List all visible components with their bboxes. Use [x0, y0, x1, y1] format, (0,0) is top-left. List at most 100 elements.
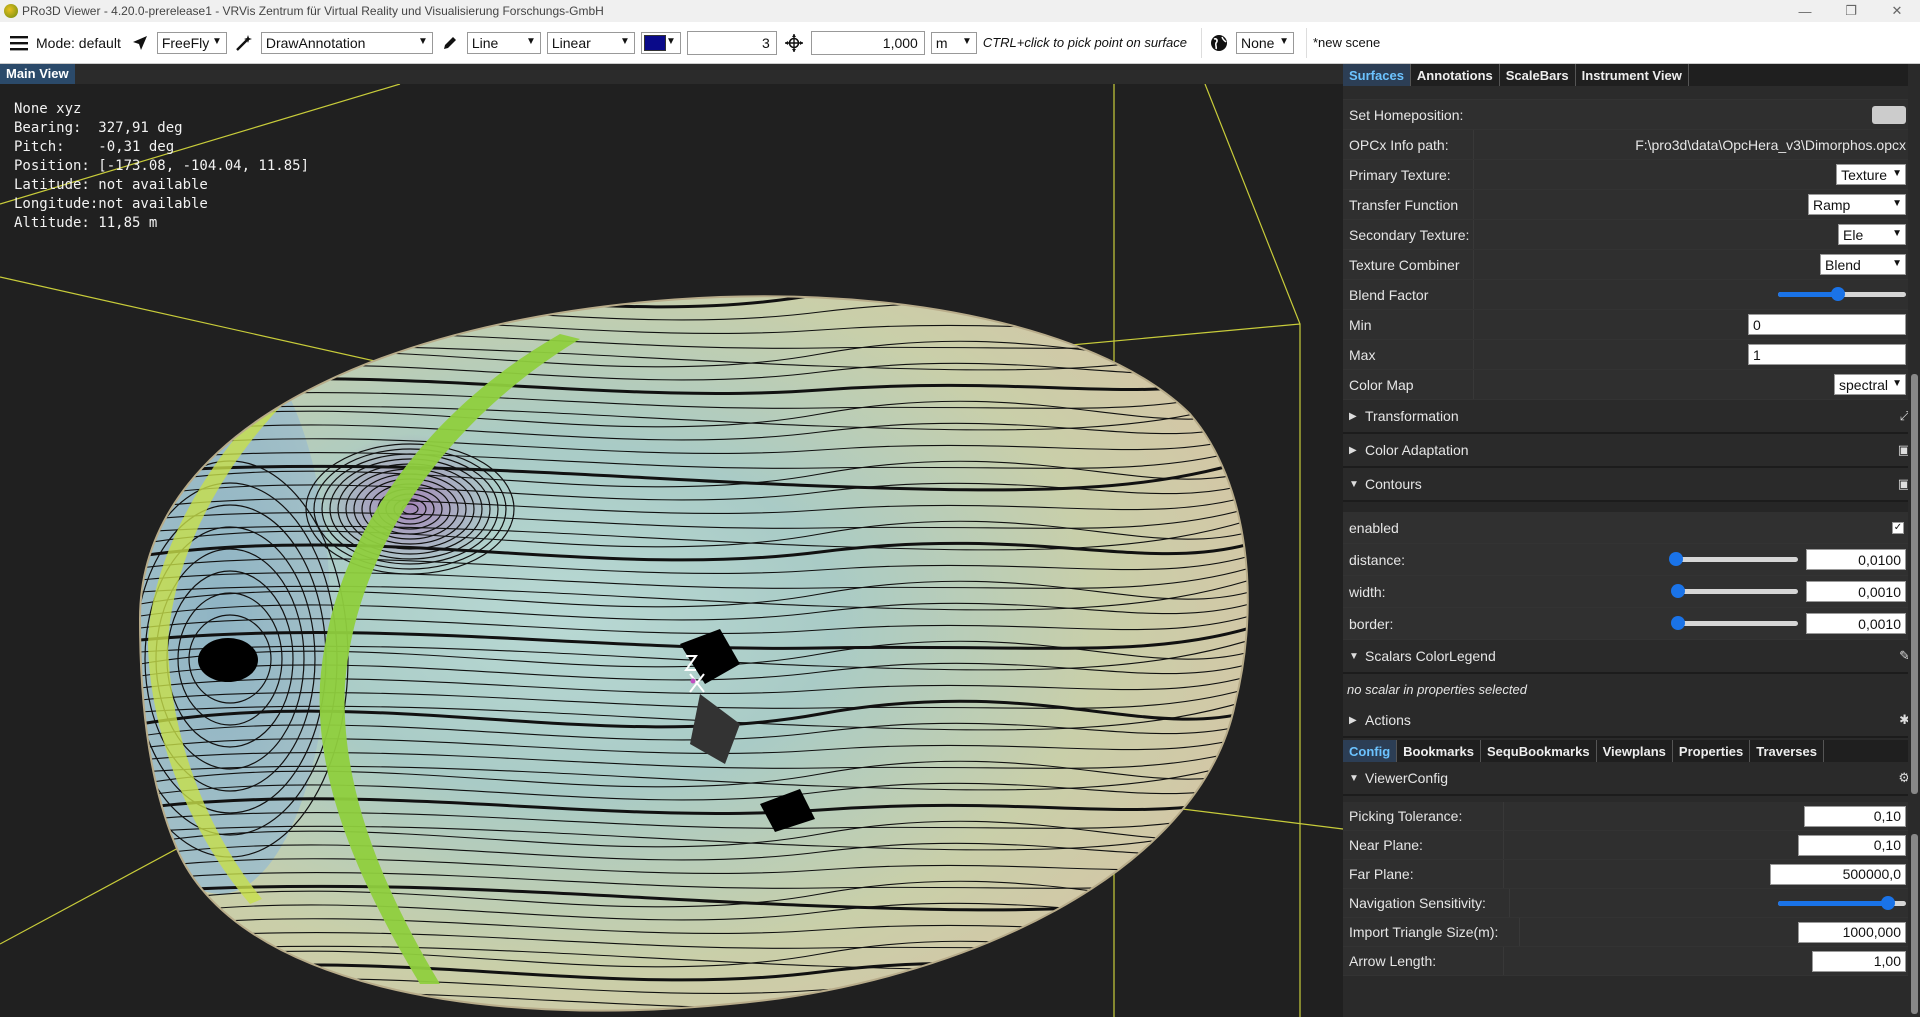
collapse-arrow-icon: ▼ [1349, 650, 1359, 662]
scrollbar-thumb[interactable] [1911, 374, 1918, 794]
magic-wand-icon [233, 32, 255, 54]
camera-info-overlay: None xyz Bearing: 327,91 deg Pitch: -0,31 … [14, 100, 309, 233]
mode-label: Mode: default [36, 34, 121, 51]
projection-select[interactable]: Linear ▼ [546, 31, 635, 54]
globe-icon [1208, 32, 1230, 54]
far-plane-input[interactable]: 500000,0 [1770, 863, 1906, 885]
transfer-function-select[interactable]: Ramp ▼ [1808, 194, 1906, 215]
texture-combiner-row: Texture Combiner Blend ▼ [1343, 250, 1920, 280]
tab-main-view[interactable]: Main View [0, 64, 75, 84]
expand-arrow-icon: ▶ [1349, 444, 1357, 456]
properties-panel: Surfaces Annotations ScaleBars Instrument V… [1343, 64, 1920, 1017]
blend-factor-row: Blend Factor [1343, 280, 1920, 310]
close-button[interactable]: ✕ [1874, 0, 1920, 22]
panel-scrollbar[interactable] [1908, 64, 1920, 1017]
set-homeposition-row: Set Homeposition: [1343, 100, 1920, 130]
contour-border-slider[interactable] [1671, 616, 1798, 631]
import-triangle-size-input[interactable]: 1000,000 [1798, 921, 1906, 943]
interaction-mode-select[interactable]: DrawAnnotation ▼ [260, 31, 433, 54]
tab-instrument-view[interactable]: Instrument View [1576, 64, 1689, 86]
far-plane-row: Far Plane: 500000,0 [1343, 860, 1920, 889]
restore-button[interactable]: ❐ [1828, 0, 1874, 22]
asteroid-surface [138, 295, 1249, 1012]
picking-tolerance-input[interactable]: 0,10 [1804, 805, 1906, 827]
contours-enabled-checkbox[interactable]: ✓ [1892, 521, 1904, 534]
max-row: Max 1 [1343, 340, 1920, 370]
expand-arrow-icon: ▶ [1349, 410, 1357, 422]
contours-enabled-row: enabled ✓ [1343, 512, 1920, 544]
tab-properties[interactable]: Properties [1673, 740, 1751, 762]
contour-width-input[interactable]: 0,0010 [1806, 581, 1906, 602]
tab-traverses[interactable]: Traverses [1750, 740, 1824, 762]
transformation-section[interactable]: ▶ Transformation ⤢ [1343, 400, 1920, 434]
contour-distance-input[interactable]: 0,0100 [1806, 549, 1906, 570]
arrow-length-input[interactable]: 1,00 [1812, 950, 1906, 972]
navigation-sensitivity-slider[interactable] [1778, 895, 1906, 910]
no-scalar-message: no scalar in properties selected [1347, 681, 1527, 697]
set-homeposition-button[interactable] [1872, 105, 1906, 124]
collapse-arrow-icon: ▼ [1349, 478, 1359, 490]
viewport-tab-bar [0, 64, 1343, 84]
max-input[interactable]: 1 [1748, 344, 1906, 365]
primary-texture-select[interactable]: Texture ▼ [1836, 164, 1906, 185]
import-triangle-size-row: Import Triangle Size(m): 1000,000 [1343, 918, 1920, 947]
tab-surfaces[interactable]: Surfaces [1343, 64, 1411, 86]
actions-section[interactable]: ▶ Actions ✱ [1343, 704, 1920, 738]
blend-factor-slider[interactable] [1778, 287, 1906, 302]
navigation-mode-select[interactable]: FreeFly ▼ [156, 31, 227, 54]
distance-input[interactable]: 1,000 [810, 30, 925, 55]
tab-annotations[interactable]: Annotations [1411, 64, 1500, 86]
scrollbar-thumb[interactable] [1911, 834, 1918, 1014]
contour-width-slider[interactable] [1671, 584, 1798, 599]
tab-scalebars[interactable]: ScaleBars [1500, 64, 1576, 86]
viewer-config-section[interactable]: ▼ ViewerConfig ⚙ [1343, 762, 1920, 796]
pencil-icon [439, 32, 461, 54]
secondary-texture-row: Secondary Texture: Ele ▼ [1343, 220, 1920, 250]
unit-select[interactable]: m ▼ [930, 31, 977, 54]
overlay-line: Latitude: not available [14, 177, 208, 193]
thickness-input[interactable]: 3 [686, 30, 777, 55]
navigation-arrow-icon [129, 32, 151, 54]
contours-distance-row: distance: 0,0100 [1343, 544, 1920, 576]
contour-border-input[interactable]: 0,0010 [1806, 613, 1906, 634]
color-adaptation-section[interactable]: ▶ Color Adaptation ▣ [1343, 434, 1920, 468]
hamburger-menu-icon[interactable] [8, 32, 30, 54]
window-title: PRo3D Viewer - 4.20.0-prerelease1 - VRVi… [22, 4, 604, 18]
planet-select[interactable]: None ▼ [1235, 31, 1294, 54]
overlay-line: Position: [-173.08, -104.04, 11.85] [14, 158, 310, 174]
near-plane-row: Near Plane: 0,10 [1343, 831, 1920, 860]
title-bar: PRo3D Viewer - 4.20.0-prerelease1 - VRVi… [0, 0, 1920, 22]
scene-name: *new scene [1312, 35, 1381, 50]
surfaces-tab-bar: Surfaces Annotations ScaleBars Instrument V… [1343, 64, 1920, 86]
overlay-line: Pitch: -0,31 deg [14, 139, 175, 155]
contours-border-row: border: 0,0010 [1343, 608, 1920, 640]
contours-section[interactable]: ▼ Contours ▣ [1343, 468, 1920, 502]
app-logo-icon [4, 4, 18, 18]
contour-distance-slider[interactable] [1669, 552, 1798, 567]
transfer-function-row: Transfer Function Ramp ▼ [1343, 190, 1920, 220]
color-swatch [643, 34, 666, 51]
collapse-arrow-icon: ▼ [1349, 772, 1359, 784]
clipped-row [1343, 86, 1920, 100]
color-picker[interactable]: ▼ [640, 31, 681, 54]
min-input[interactable]: 0 [1748, 314, 1906, 335]
move-crosshair-icon[interactable] [783, 32, 805, 54]
toolbar-divider [1200, 27, 1202, 58]
geometry-select[interactable]: Line ▼ [466, 31, 541, 54]
arrow-length-row: Arrow Length: 1,00 [1343, 947, 1920, 976]
main-viewport[interactable]: Main View None xyz Bearing: 327,91 deg P… [0, 64, 1343, 1017]
secondary-texture-select[interactable]: Ele ▼ [1838, 224, 1906, 245]
texture-combiner-select[interactable]: Blend ▼ [1820, 254, 1906, 275]
tab-sequbookmarks[interactable]: SequBookmarks [1481, 740, 1597, 762]
section-spacer [1343, 502, 1920, 512]
tab-config[interactable]: Config [1343, 740, 1398, 762]
scalars-colorlegend-section[interactable]: ▼ Scalars ColorLegend ✎ [1343, 640, 1920, 674]
min-row: Min 0 [1343, 310, 1920, 340]
tab-viewplans[interactable]: Viewplans [1597, 740, 1673, 762]
minimize-button[interactable]: — [1782, 0, 1828, 22]
color-map-select[interactable]: spectral ▼ [1834, 374, 1906, 395]
tab-bookmarks[interactable]: Bookmarks [1397, 740, 1481, 762]
config-tab-bar: Config Bookmarks SequBookmarks Viewplans Pro… [1343, 740, 1920, 762]
color-map-row: Color Map spectral ▼ [1343, 370, 1920, 400]
near-plane-input[interactable]: 0,10 [1798, 834, 1906, 856]
